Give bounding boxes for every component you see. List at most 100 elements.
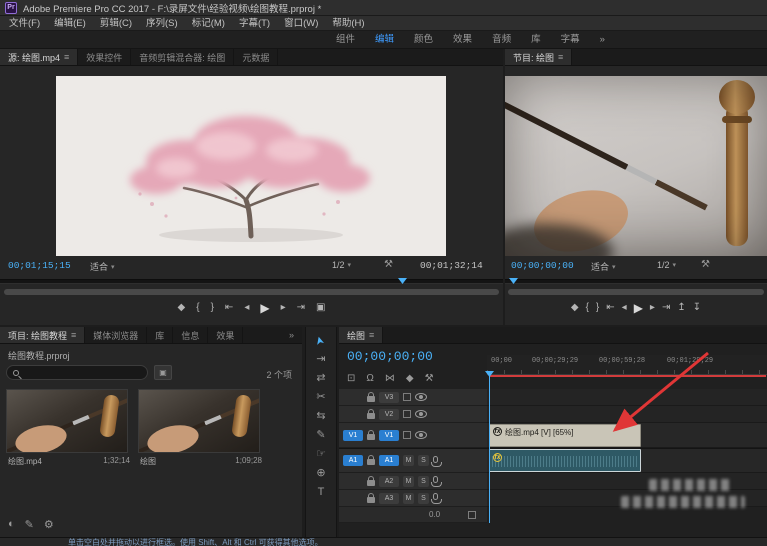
track-target-a3[interactable]: A3 (379, 493, 399, 504)
panel-menu-icon[interactable] (64, 52, 69, 62)
eye-toggle-icon[interactable] (415, 393, 427, 401)
project-clip-card[interactable]: 绘图.mp4 1;32;14 (6, 389, 132, 467)
source-resolution-dropdown[interactable]: 1/2 (332, 260, 351, 270)
ripple-edit-tool[interactable]: ⇄ (316, 373, 325, 384)
track-select-tool[interactable]: ⇥ (316, 354, 325, 365)
mute-button[interactable]: M (403, 476, 414, 487)
pen-tool[interactable]: ✎ (316, 430, 325, 441)
zoom-tool[interactable]: ⊕ (316, 468, 325, 479)
clip-name[interactable]: 绘图.mp4 (8, 456, 42, 467)
export-frame-icon[interactable]: ▣ (316, 302, 325, 314)
extract-icon[interactable]: ↧ (693, 302, 701, 314)
type-tool[interactable]: T (318, 487, 325, 498)
clip-name[interactable]: 绘图 (140, 456, 156, 467)
tab-audio-clip-mixer[interactable]: 音频剪辑混合器: 绘图 (131, 49, 234, 65)
panel-menu-icon[interactable] (369, 330, 374, 340)
menu-marker[interactable]: 标记(M) (185, 16, 232, 31)
mark-in-icon[interactable]: { (196, 302, 199, 314)
tab-effect-controls[interactable]: 效果控件 (78, 49, 131, 65)
voiceover-mic-icon[interactable] (433, 476, 438, 483)
source-zoom-scrollbar[interactable] (4, 289, 499, 295)
workspace-tab-audio[interactable]: 音频 (482, 31, 521, 49)
source-video-preview[interactable] (56, 76, 446, 256)
go-to-in-icon[interactable]: ⇤ (606, 302, 614, 314)
workspace-tab-assembly[interactable]: 组件 (326, 31, 365, 49)
solo-button[interactable]: S (418, 493, 429, 504)
tab-project[interactable]: 项目: 绘图教程 (0, 327, 85, 343)
timeline-lane-v2[interactable] (487, 406, 767, 423)
sync-lock-icon[interactable] (403, 410, 411, 418)
eye-toggle-icon[interactable] (415, 431, 427, 439)
contrast-icon[interactable]: ◐ (8, 518, 15, 531)
audio-clip-a1[interactable]: fx (489, 449, 641, 472)
menu-edit[interactable]: 编辑(E) (47, 16, 93, 31)
mark-out-icon[interactable]: } (596, 302, 599, 314)
workspace-tab-color[interactable]: 颜色 (404, 31, 443, 49)
lock-icon[interactable] (367, 459, 375, 465)
track-target-v2[interactable]: V2 (379, 409, 399, 420)
step-forward-icon[interactable]: ▸ (650, 302, 655, 314)
tab-media-browser[interactable]: 媒体浏览器 (85, 327, 147, 343)
tab-source-monitor[interactable]: 源: 绘图.mp4 (0, 49, 78, 65)
menu-file[interactable]: 文件(F) (2, 16, 47, 31)
menu-sequence[interactable]: 序列(S) (139, 16, 185, 31)
tab-metadata[interactable]: 元数据 (234, 49, 278, 65)
timeline-playhead-line[interactable] (489, 375, 490, 523)
source-scrubber[interactable] (0, 279, 503, 284)
solo-button[interactable]: S (418, 476, 429, 487)
menu-clip[interactable]: 剪辑(C) (93, 16, 139, 31)
snap-magnet-icon[interactable]: Ω (366, 373, 373, 384)
menu-title[interactable]: 字幕(T) (232, 16, 277, 31)
menu-window[interactable]: 窗口(W) (277, 16, 325, 31)
add-marker-icon[interactable]: ◆ (406, 373, 414, 384)
step-forward-icon[interactable]: ▸ (281, 302, 286, 314)
project-search-box[interactable] (6, 365, 148, 380)
timeline-settings-wrench-icon[interactable]: ⚒ (425, 373, 434, 384)
selection-tool[interactable]: ➤ (314, 335, 327, 347)
add-marker-icon[interactable]: ◆ (571, 302, 579, 314)
track-target-v1[interactable]: V1 (379, 430, 399, 441)
timeline-ruler[interactable]: 00;00 00;00;29;29 00;00;59;28 00;01;29;2… (487, 355, 767, 375)
step-back-icon[interactable]: ◂ (244, 302, 249, 314)
go-to-out-icon[interactable]: ⇥ (662, 302, 670, 314)
source-patch-a1[interactable]: A1 (343, 455, 363, 466)
program-current-time[interactable]: 00;00;00;00 (511, 260, 574, 271)
panel-overflow-chevron[interactable]: » (281, 327, 302, 343)
program-settings-wrench-icon[interactable] (701, 259, 710, 270)
workspace-overflow-chevron[interactable]: » (590, 31, 615, 49)
program-scrubber[interactable] (505, 279, 767, 284)
program-fit-dropdown[interactable]: 适合 (591, 260, 616, 273)
tab-info[interactable]: 信息 (173, 327, 208, 343)
mark-out-icon[interactable]: } (211, 302, 214, 314)
lock-icon[interactable] (367, 396, 375, 402)
razor-tool[interactable]: ✂ (316, 392, 325, 403)
track-target-a2[interactable]: A2 (379, 476, 399, 487)
lock-icon[interactable] (367, 434, 375, 440)
lock-icon[interactable] (367, 480, 375, 486)
tab-sequence[interactable]: 绘图 (339, 327, 383, 343)
create-search-bin-button[interactable] (154, 365, 172, 380)
sync-lock-icon[interactable] (403, 431, 411, 439)
sync-lock-icon[interactable] (403, 393, 411, 401)
clip-thumbnail[interactable] (138, 389, 260, 453)
eye-toggle-icon[interactable] (415, 410, 427, 418)
timeline-playhead-time[interactable]: 00;00;00;00 (347, 349, 433, 364)
menu-help[interactable]: 帮助(H) (325, 16, 371, 31)
slip-tool[interactable]: ⇆ (316, 411, 325, 422)
timeline-lane-v3[interactable] (487, 389, 767, 406)
workspace-tab-titles[interactable]: 字幕 (551, 31, 590, 49)
tab-libraries[interactable]: 库 (147, 327, 173, 343)
mute-button[interactable]: M (403, 493, 414, 504)
track-target-a1[interactable]: A1 (379, 455, 399, 466)
panel-menu-icon[interactable] (71, 330, 76, 340)
panel-menu-icon[interactable] (558, 52, 563, 62)
program-zoom-scrollbar[interactable] (508, 289, 764, 295)
project-file-name[interactable]: 绘图教程.prproj (8, 349, 70, 362)
add-marker-icon[interactable]: ◆ (178, 302, 186, 314)
play-button-icon[interactable]: ▶ (260, 302, 269, 314)
go-to-out-icon[interactable]: ⇥ (297, 302, 305, 314)
program-video-preview[interactable] (505, 76, 767, 256)
nest-insert-icon[interactable]: ⊡ (347, 373, 355, 384)
workspace-tab-libraries[interactable]: 库 (521, 31, 551, 49)
lift-icon[interactable]: ↥ (677, 302, 685, 314)
